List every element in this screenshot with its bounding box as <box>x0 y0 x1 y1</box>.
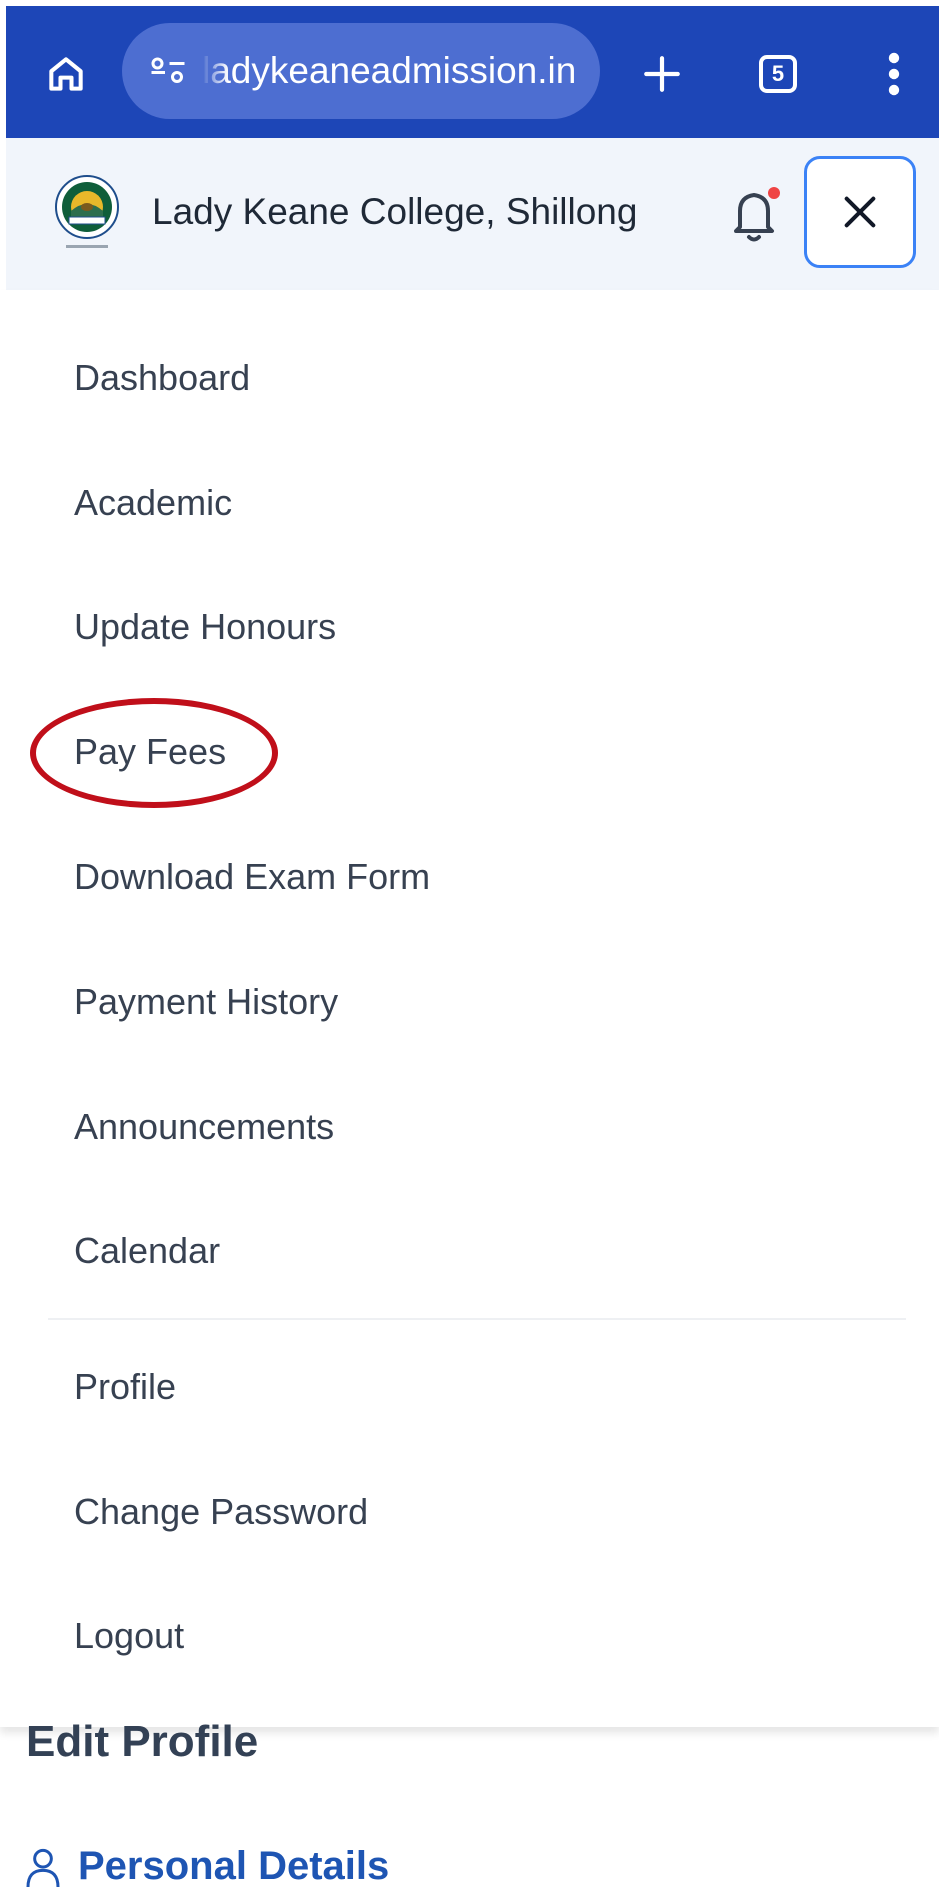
address-bar[interactable]: ladykeaneadmission.in <box>122 23 600 119</box>
url-text: ladykeaneadmission.in <box>202 50 577 91</box>
personal-details-section[interactable]: Personal Details <box>26 1844 389 1889</box>
menu-item-calendar[interactable]: Calendar <box>74 1229 220 1273</box>
menu-item-announcements[interactable]: Announcements <box>74 1105 334 1149</box>
menu-item-dashboard[interactable]: Dashboard <box>74 356 250 400</box>
menu-item-change-password[interactable]: Change Password <box>74 1490 368 1534</box>
menu-item-payment-history[interactable]: Payment History <box>74 980 338 1024</box>
tab-switcher-icon: 5 <box>759 55 797 93</box>
site-title: Lady Keane College, Shillong <box>152 191 638 232</box>
menu-item-update-honours[interactable]: Update Honours <box>74 605 336 649</box>
browser-toolbar: ladykeaneadmission.in 5 <box>6 6 939 138</box>
menu-item-academic[interactable]: Academic <box>74 481 232 525</box>
more-vert-icon <box>888 52 900 96</box>
menu-item-logout[interactable]: Logout <box>74 1614 184 1658</box>
user-icon <box>26 1848 60 1887</box>
close-icon <box>844 196 876 228</box>
menu-item-pay-fees[interactable]: Pay Fees <box>74 730 226 774</box>
close-menu-button[interactable] <box>804 156 916 268</box>
tab-switcher-button[interactable]: 5 <box>753 49 803 99</box>
nav-menu: Dashboard Academic Update Honours Pay Fe… <box>0 290 939 1727</box>
personal-details-label: Personal Details <box>78 1844 390 1888</box>
site-info-button[interactable] <box>146 49 190 93</box>
tab-count: 5 <box>771 61 785 86</box>
home-button[interactable] <box>36 44 96 104</box>
menu-item-profile[interactable]: Profile <box>74 1365 176 1409</box>
college-logo <box>52 173 122 253</box>
new-tab-button[interactable] <box>634 46 690 102</box>
home-icon <box>49 57 83 91</box>
menu-item-download-exam-form[interactable]: Download Exam Form <box>74 855 430 899</box>
plus-icon <box>644 56 680 92</box>
menu-divider <box>48 1318 906 1320</box>
notifications-button[interactable] <box>724 180 788 250</box>
page-title: Edit Profile <box>26 1717 259 1766</box>
site-info-icon <box>151 57 185 83</box>
bell-icon <box>734 187 780 242</box>
browser-menu-button[interactable] <box>874 46 914 102</box>
site-header: Lady Keane College, Shillong <box>6 138 939 291</box>
